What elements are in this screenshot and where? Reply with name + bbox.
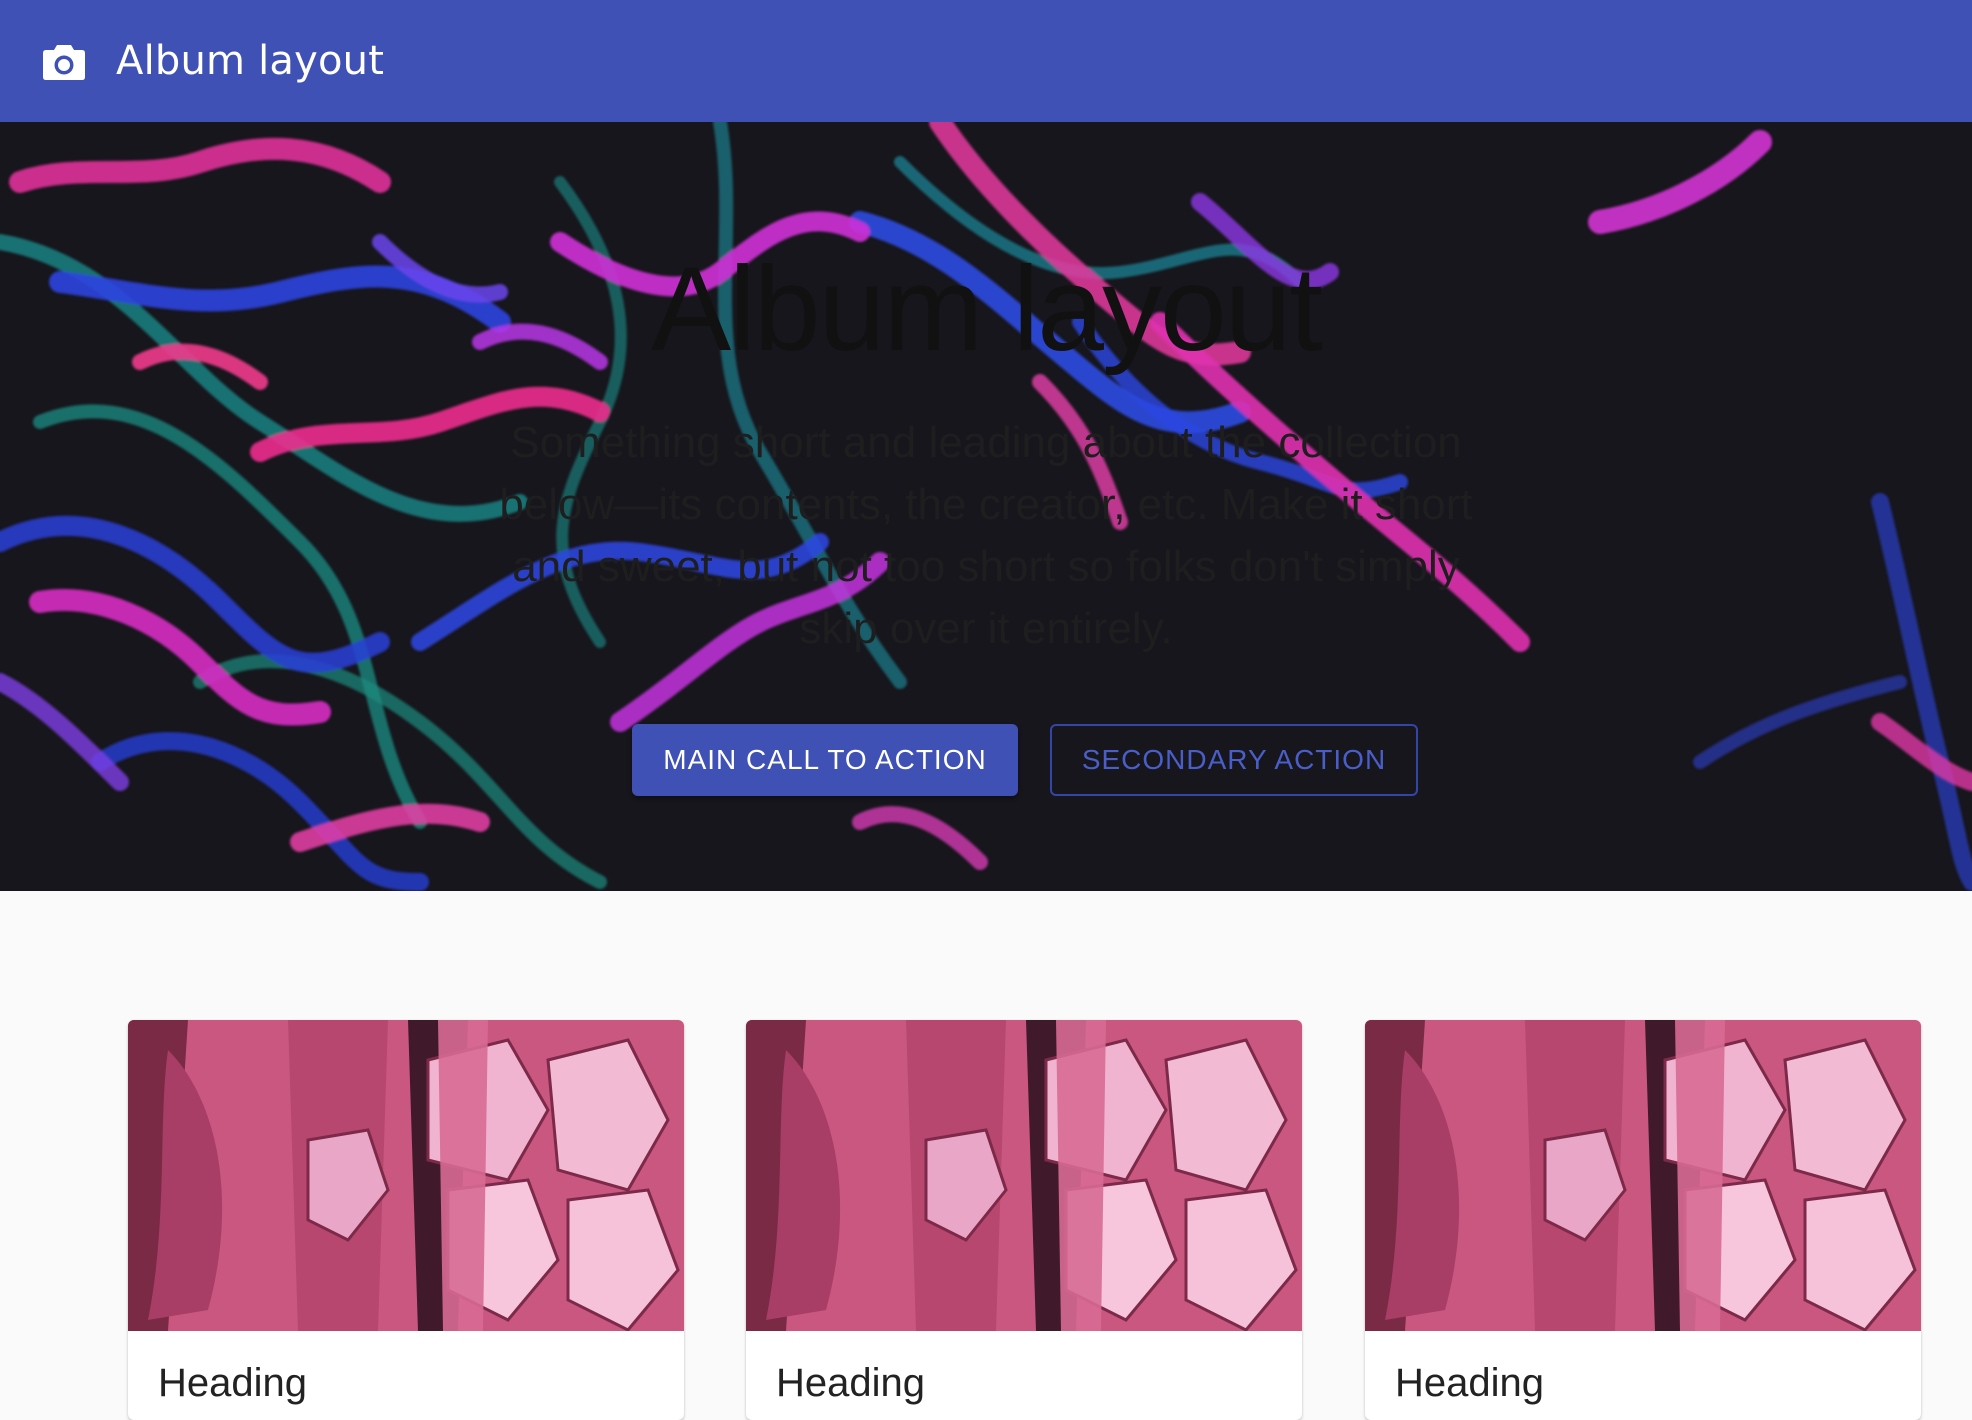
album-card[interactable]: Heading bbox=[746, 1020, 1302, 1420]
card-image bbox=[128, 1020, 684, 1331]
card-heading: Heading bbox=[158, 1361, 308, 1405]
hero-title: Album layout bbox=[651, 242, 1323, 376]
hero-section: Album layout Something short and leading… bbox=[0, 122, 1972, 891]
hero-content: Album layout Something short and leading… bbox=[0, 122, 1972, 891]
card-heading: Heading bbox=[1395, 1361, 1545, 1405]
app-title: Album layout bbox=[116, 38, 385, 84]
hero-description: Something short and leading about the co… bbox=[499, 418, 1473, 653]
album-card[interactable]: Heading bbox=[1365, 1020, 1921, 1420]
album-card[interactable]: Heading bbox=[128, 1020, 684, 1420]
secondary-action-button[interactable]: SECONDARY ACTION bbox=[1050, 724, 1418, 796]
card-image bbox=[1365, 1020, 1921, 1331]
card-image bbox=[746, 1020, 1302, 1331]
main-call-to-action-button[interactable]: MAIN CALL TO ACTION bbox=[632, 724, 1018, 796]
app-bar: Album layout bbox=[0, 0, 1972, 122]
camera-icon bbox=[40, 37, 88, 85]
card-heading: Heading bbox=[776, 1361, 926, 1405]
